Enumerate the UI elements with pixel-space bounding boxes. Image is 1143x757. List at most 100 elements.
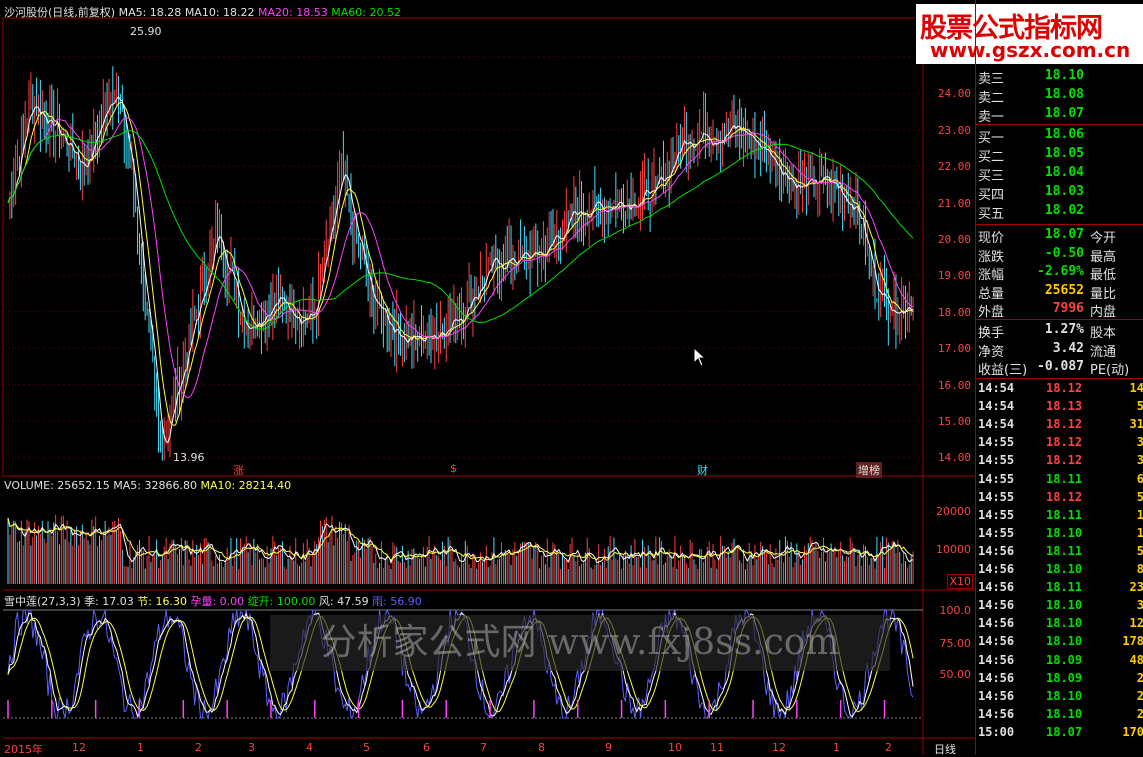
date-axis-label: 4 <box>306 741 313 754</box>
tick-time: 14:54 <box>978 417 1015 432</box>
ma60-label: MA60: 20.52 <box>331 6 401 19</box>
tick-price: 18.09 <box>1046 670 1083 685</box>
date-axis-label: 12 <box>772 741 786 754</box>
tick-price: 18.10 <box>1046 562 1083 576</box>
marker-dollar[interactable]: $ <box>450 462 457 475</box>
bid-row[interactable]: 买一 18.06 <box>976 127 1143 146</box>
fundamental-label: 换手 <box>978 326 1005 341</box>
fundamental-row: 净资 3.42 流通 <box>976 341 1143 360</box>
date-axis-label: 2 <box>885 741 892 754</box>
watermark: 分析家公式网 www.fxj8ss.com <box>270 615 890 671</box>
bid-row[interactable]: 买二 18.05 <box>976 146 1143 165</box>
tick-row: 14:55 18.11 1 <box>976 508 1143 526</box>
tick-row: 14:56 18.10 12 <box>976 616 1143 634</box>
marker-zhang[interactable]: 涨 <box>233 462 244 478</box>
ask-row[interactable]: 卖一 18.07 <box>976 106 1143 125</box>
tick-volume: 2 <box>1136 706 1143 721</box>
stat-label: 现价 <box>978 231 1005 246</box>
ask-row[interactable]: 卖二 18.08 <box>976 87 1143 106</box>
tick-volume: 3 <box>1136 435 1143 450</box>
price-axis-label: 20.00 <box>937 233 971 246</box>
fundamental-right-label: 流通 <box>1090 344 1117 360</box>
volume-ma5: MA5: 32866.80 <box>113 479 197 492</box>
ask-label: 卖三 <box>978 72 1005 87</box>
date-axis-label: 11 <box>710 741 724 754</box>
tick-row: 14:54 18.12 31 <box>976 417 1143 435</box>
volume-ma10: MA10: 28214.40 <box>200 479 292 492</box>
tick-volume: 8 <box>1136 562 1143 576</box>
bid-row[interactable]: 买五 18.02 <box>976 203 1143 222</box>
tick-volume: 178 <box>1122 634 1143 649</box>
tick-row: 14:54 18.12 14 <box>976 381 1143 399</box>
fundamental-row: 收益(三) -0.087 PE(动) <box>976 359 1143 378</box>
tick-time: 14:56 <box>978 634 1015 649</box>
tick-price: 18.12 <box>1046 381 1083 395</box>
tick-price: 18.11 <box>1046 580 1083 595</box>
tick-time: 14:56 <box>978 652 1015 667</box>
tick-price: 18.10 <box>1046 706 1083 721</box>
date-axis-label: 1 <box>833 741 840 754</box>
tick-volume: 5 <box>1136 399 1143 414</box>
tick-volume: 23 <box>1129 580 1143 595</box>
quote-panel: 卖三 18.10 卖二 18.08 卖一 18.07 买一 18.06 买二 18.05 买三 18… <box>975 0 1143 755</box>
tick-time: 14:55 <box>978 507 1015 522</box>
tick-row: 14:56 18.09 48 <box>976 653 1143 671</box>
tick-volume: 2 <box>1136 688 1143 703</box>
bid-price: 18.05 <box>1044 146 1084 161</box>
bid-row[interactable]: 买四 18.03 <box>976 184 1143 203</box>
stock-title: 沙河股份(日线,前复权) <box>4 6 116 19</box>
ma5-label: MA5: 18.28 <box>118 6 182 19</box>
fundamental-right-label: 股本 <box>1090 326 1117 341</box>
indicator-zhanfang: 绽开: 100.00 <box>247 595 316 608</box>
fundamental-value: -0.087 <box>1037 359 1084 374</box>
indicator-name: 雪中莲(27,3,3) <box>4 595 81 608</box>
tick-time: 14:56 <box>978 688 1015 703</box>
chart-area[interactable]: 沙河股份(日线,前复权) MA5: 18.28 MA10: 18.22 MA20… <box>0 0 975 756</box>
stat-row: 现价 18.07 今开 <box>976 227 1143 246</box>
ask-price: 18.10 <box>1044 68 1084 83</box>
price-axis-label: 19.00 <box>937 269 971 283</box>
bid-price: 18.03 <box>1044 184 1084 199</box>
date-axis-label: 6 <box>423 741 430 754</box>
tick-volume: 5 <box>1136 489 1143 504</box>
divider <box>976 378 1143 379</box>
bid-label: 买二 <box>978 150 1005 165</box>
marker-zengchi[interactable]: 增榜 <box>856 462 882 478</box>
stat-right-label: 内盘 <box>1090 305 1117 320</box>
indicator-jie: 节: 16.30 <box>137 595 187 608</box>
stat-value: -2.69% <box>1037 264 1084 279</box>
volume-label: VOLUME: 25652.15 <box>4 479 110 492</box>
price-axis-label: 15.00 <box>937 415 971 428</box>
indicator-axis-50: 50.00 <box>939 668 972 681</box>
tick-price: 18.10 <box>1046 634 1083 649</box>
marker-cai[interactable]: 财 <box>697 462 708 478</box>
tick-price: 18.11 <box>1046 507 1083 522</box>
ask-row[interactable]: 卖三 18.10 <box>976 68 1143 87</box>
volume-ma10-line <box>7 517 914 561</box>
tick-price: 18.09 <box>1046 652 1083 667</box>
bid-label: 买三 <box>978 169 1005 184</box>
tick-time: 14:56 <box>978 562 1015 576</box>
tick-time: 14:56 <box>978 543 1015 558</box>
volume-unit: X10 <box>947 574 973 589</box>
tick-volume: 1 <box>1136 525 1143 540</box>
tick-row: 15:00 18.07 170 <box>976 725 1143 743</box>
tick-time: 15:00 <box>978 724 1015 739</box>
fundamental-row: 换手 1.27% 股本 <box>976 322 1143 341</box>
stat-right-label: 今开 <box>1090 231 1117 246</box>
stat-right-label: 量比 <box>1090 286 1117 302</box>
tick-volume: 14 <box>1129 381 1143 395</box>
divider <box>976 224 1143 225</box>
tick-time: 14:54 <box>978 381 1015 395</box>
stat-label: 涨幅 <box>978 268 1005 283</box>
date-axis-label: 10 <box>668 741 682 754</box>
tick-volume: 12 <box>1129 616 1143 631</box>
divider <box>976 124 1143 125</box>
tick-row: 14:56 18.09 2 <box>976 671 1143 689</box>
tick-row: 14:54 18.13 5 <box>976 399 1143 417</box>
tick-row: 14:55 18.12 3 <box>976 453 1143 471</box>
tick-price: 18.12 <box>1046 489 1083 504</box>
indicator-axis-100: 100.0 <box>939 604 972 617</box>
bid-row[interactable]: 买三 18.04 <box>976 165 1143 184</box>
tick-volume: 31 <box>1129 417 1143 432</box>
